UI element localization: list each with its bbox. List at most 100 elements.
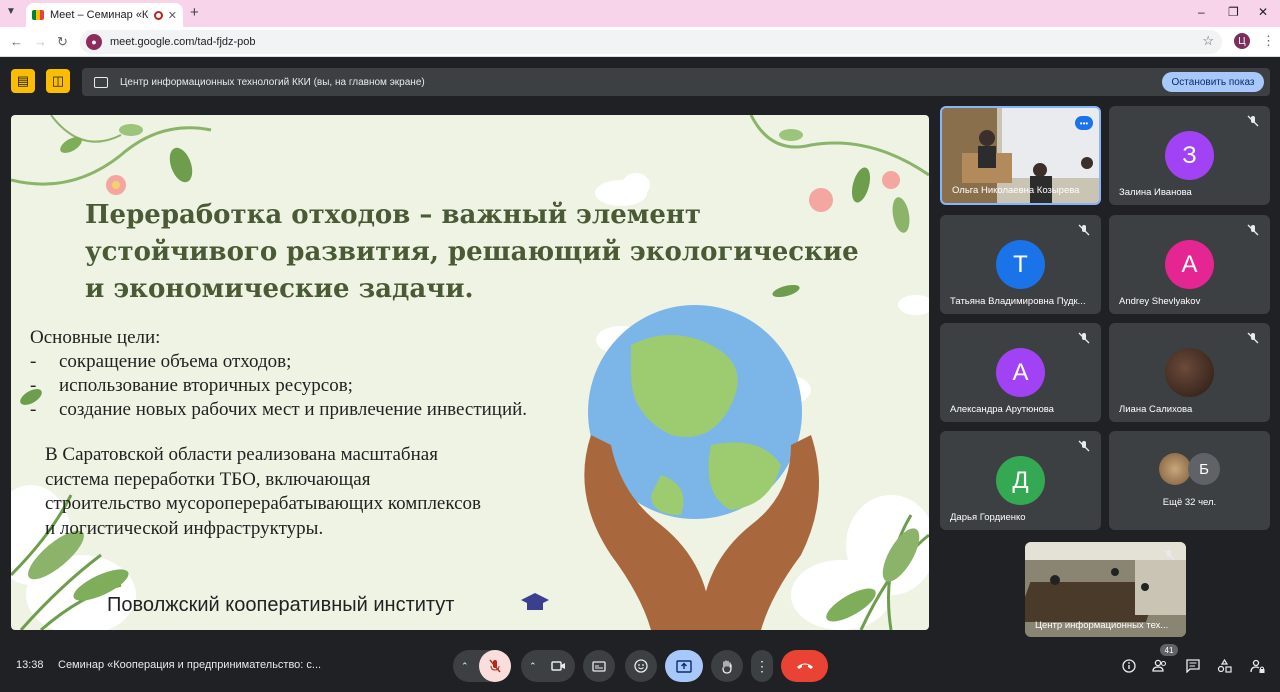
shapes-icon — [1217, 659, 1232, 673]
hang-up-icon — [796, 663, 813, 669]
mic-off-icon — [1247, 224, 1259, 236]
people-count-badge: 41 — [1160, 644, 1178, 656]
meet-favicon-icon — [32, 10, 44, 20]
avatar: А — [996, 348, 1045, 397]
participant-name: Александра Арутюнова — [950, 404, 1054, 415]
slide-title-line: устойчивого развития, решающий экологиче… — [85, 237, 859, 267]
close-window-icon[interactable]: ✕ — [1258, 5, 1268, 19]
participant-tile[interactable]: А Andrey Shevlyakov — [1109, 215, 1270, 314]
meeting-time: 13:38 — [16, 659, 44, 671]
participant-name: Ольга Николаевна Козырева — [952, 185, 1080, 196]
more-participants-label: Ещё 32 чел. — [1162, 497, 1217, 508]
avatar-photo — [1165, 348, 1214, 397]
self-name: Центр информационных тех... — [1035, 620, 1169, 631]
region-line: строительство мусороперерабатывающих ком… — [45, 493, 482, 514]
avatar: Д — [996, 456, 1045, 505]
url-field[interactable]: ● meet.google.com/tad-fjdz-pob ☆ — [80, 30, 1222, 54]
chat-button[interactable] — [1184, 657, 1202, 675]
avatar: З — [1165, 131, 1214, 180]
avatar: Б — [1188, 453, 1220, 485]
profile-avatar[interactable]: Ц — [1234, 33, 1250, 49]
avatar: Т — [996, 240, 1045, 289]
activities-button[interactable] — [1215, 657, 1233, 675]
mic-off-icon — [489, 659, 501, 673]
goal-bullet: - — [30, 399, 37, 420]
goals-heading: Основные цели: — [30, 327, 161, 348]
address-bar-row: ← → ↻ ● meet.google.com/tad-fjdz-pob ☆ Ц… — [0, 27, 1280, 57]
reactions-button[interactable] — [625, 650, 657, 682]
participant-tile[interactable]: А Александра Арутюнова — [940, 323, 1101, 422]
raise-hand-button[interactable] — [711, 650, 743, 682]
tab-search-icon[interactable]: ▼ — [6, 6, 16, 17]
camera-icon[interactable] — [551, 660, 566, 672]
close-tab-icon[interactable]: ✕ — [168, 9, 177, 22]
mic-off-icon — [1078, 440, 1090, 452]
stop-presenting-button[interactable]: Остановить показ — [1162, 72, 1264, 92]
camera-options-icon[interactable]: ⌃ — [529, 661, 537, 672]
activities-icon[interactable]: ▤ — [11, 69, 35, 93]
participant-tile[interactable]: З Залина Иванова — [1109, 106, 1270, 205]
region-paragraph: В Саратовской области реализована масшта… — [45, 443, 585, 541]
avatar-photo — [1159, 453, 1191, 485]
more-options-icon[interactable]: ••• — [1075, 116, 1093, 130]
mic-off-icon — [1078, 224, 1090, 236]
leave-call-button[interactable] — [781, 650, 828, 682]
browser-menu-icon[interactable]: ⋮ — [1262, 33, 1275, 49]
bookmark-star-icon[interactable]: ☆ — [1202, 33, 1214, 49]
layout-icon[interactable]: ◫ — [46, 69, 70, 93]
restore-icon[interactable]: ❐ — [1228, 5, 1239, 19]
present-button[interactable] — [665, 650, 703, 682]
goal-text: использование вторичных ресурсов; — [59, 375, 353, 396]
goal-bullet: - — [30, 375, 37, 396]
browser-tab-strip: ▼ Meet – Семинар «Коопера ✕ + – ❐ ✕ — [0, 0, 1280, 27]
reload-icon[interactable]: ↻ — [57, 34, 68, 50]
chat-icon — [1186, 659, 1200, 673]
forward-icon[interactable]: → — [34, 34, 47, 49]
meeting-name: Семинар «Кооперация и предпринимательств… — [58, 659, 322, 671]
captions-button[interactable] — [583, 650, 615, 682]
more-options-button[interactable]: ⋮ — [751, 650, 773, 682]
tab-title: Meet – Семинар «Коопера — [50, 9, 149, 21]
participant-name: Лиана Салихова — [1119, 404, 1193, 415]
self-view-tile[interactable]: Центр информационных тех... — [1025, 542, 1186, 637]
goal-item: - сокращение объема отходов; — [30, 350, 530, 374]
people-button[interactable] — [1151, 657, 1169, 675]
mic-toggle-button[interactable] — [479, 650, 511, 682]
site-info-icon[interactable]: ● — [86, 34, 102, 50]
region-line: и логистической инфраструктуры. — [45, 517, 324, 539]
goal-bullet: - — [30, 351, 37, 372]
region-line: В Саратовской области реализована масшта… — [45, 444, 438, 465]
url-text: meet.google.com/tad-fjdz-pob — [110, 36, 256, 48]
mic-off-icon — [1163, 549, 1175, 561]
mic-off-icon — [1247, 332, 1259, 344]
participant-tile[interactable]: Д Дарья Гордиенко — [940, 431, 1101, 530]
goal-text: сокращение объема отходов; — [59, 351, 292, 372]
meeting-info-button[interactable] — [1120, 657, 1138, 675]
emoji-icon — [634, 659, 648, 673]
presentation-bar: Центр информационных технологий ККИ (вы,… — [82, 68, 1270, 96]
mic-group: ⌃ — [453, 650, 511, 682]
presentation-status: Центр информационных технологий ККИ (вы,… — [120, 76, 425, 88]
goals-list: Основные цели: - сокращение объема отходо… — [30, 326, 530, 422]
slide-title: Переработка отходов – важный элемент уст… — [85, 197, 885, 308]
browser-tab[interactable]: Meet – Семинар «Коопера ✕ — [26, 3, 183, 27]
present-screen-icon — [676, 659, 692, 673]
goal-text: создание новых рабочих мест и привлечени… — [59, 399, 528, 420]
slide-title-line: Переработка отходов – важный элемент — [85, 200, 702, 230]
participant-tile[interactable]: Т Татьяна Владимировна Пудк... — [940, 215, 1101, 314]
back-icon[interactable]: ← — [10, 34, 23, 49]
recording-icon — [153, 10, 163, 20]
participant-name: Татьяна Владимировна Пудк... — [950, 296, 1086, 307]
slide-title-line: и экономические задачи. — [85, 274, 474, 304]
captions-icon — [592, 660, 606, 672]
host-controls-button[interactable] — [1248, 657, 1266, 675]
participant-tile[interactable]: Лиана Салихова — [1109, 323, 1270, 422]
more-participants-tile[interactable]: Б Ещё 32 чел. — [1109, 431, 1270, 530]
mic-options-icon[interactable]: ⌃ — [461, 661, 469, 672]
hand-icon — [722, 659, 732, 674]
participant-tile[interactable]: ••• Ольга Николаевна Козырева — [940, 106, 1101, 205]
minimize-icon[interactable]: – — [1198, 5, 1205, 19]
info-icon — [1122, 659, 1136, 673]
mic-off-icon — [1247, 115, 1259, 127]
new-tab-icon[interactable]: + — [190, 4, 199, 21]
